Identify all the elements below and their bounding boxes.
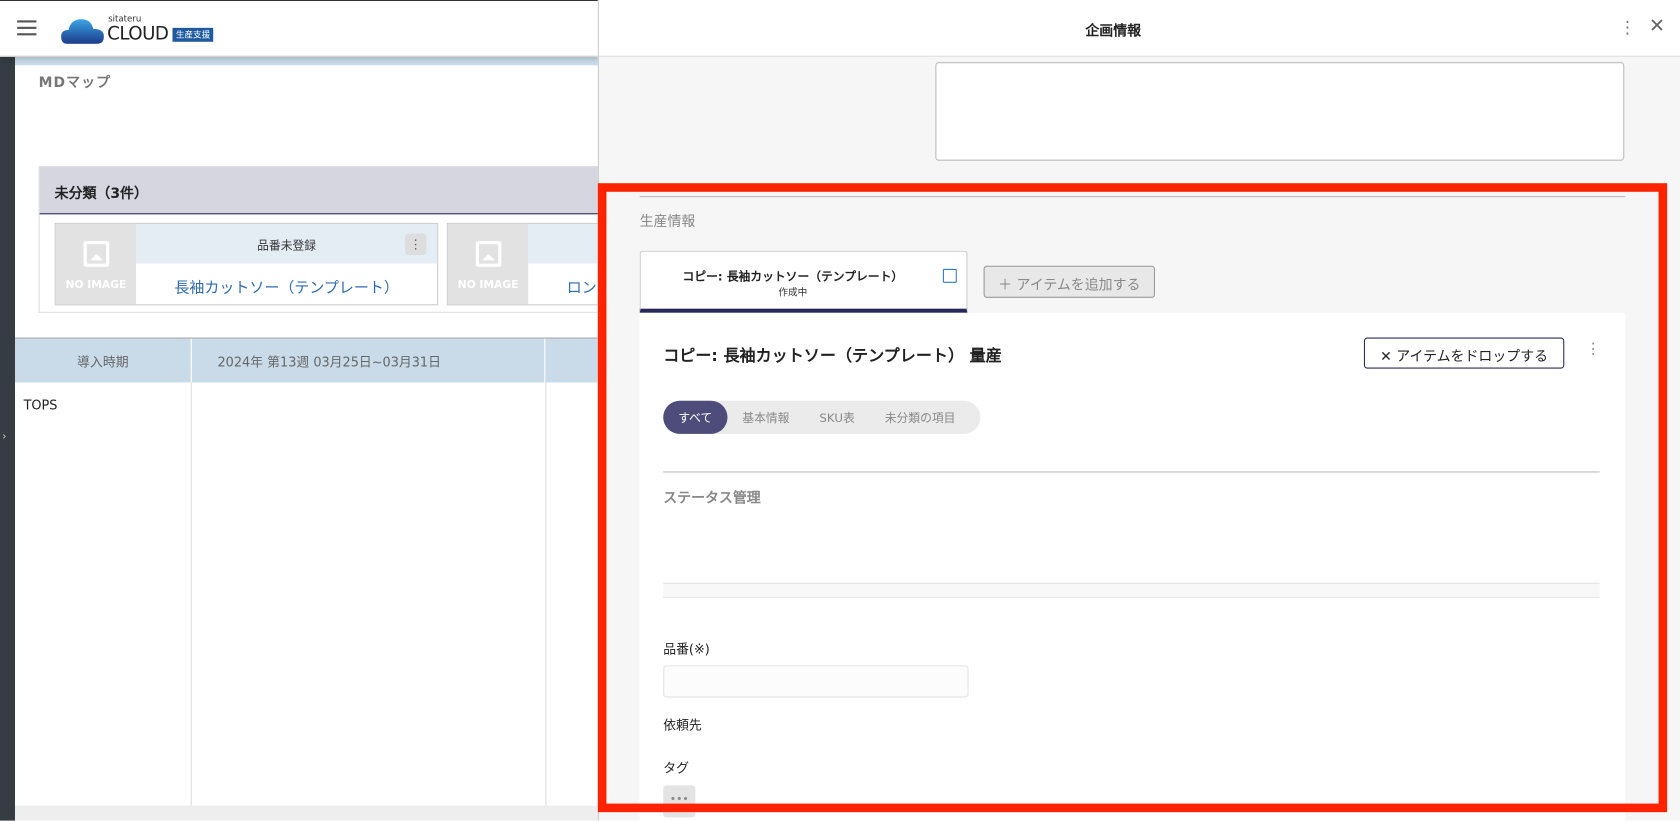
chevron-right-icon[interactable]: ›	[2, 431, 6, 443]
item-content: コピー: 長袖カットソー（テンプレート） 量産 ✕ アイテムをドロップする ⋮ …	[639, 312, 1626, 821]
more-vertical-icon[interactable]: ⋮	[1586, 341, 1601, 358]
app-header: sitateru CLOUD 生産支援	[0, 1, 598, 57]
divider	[663, 582, 1600, 598]
table-header: 導入時期 2024年 第13週 03月25日~03月31日	[15, 337, 598, 384]
drop-item-button[interactable]: ✕ アイテムをドロップする	[1363, 337, 1565, 369]
filter-uncategorized[interactable]: 未分類の項目	[870, 401, 971, 434]
external-link-icon[interactable]	[942, 268, 957, 283]
logo-text: CLOUD	[107, 23, 169, 46]
no-image-placeholder: NO IMAGE	[447, 223, 529, 305]
filter-basic-info[interactable]: 基本情報	[727, 401, 804, 434]
divider	[545, 382, 547, 806]
requester-label: 依頼先	[663, 717, 702, 733]
status-section-label: ステータス管理	[663, 490, 761, 507]
image-icon	[475, 241, 502, 267]
scroll-area	[15, 805, 598, 821]
more-vertical-icon[interactable]: ⋮	[1619, 17, 1636, 37]
item-title: コピー: 長袖カットソー（テンプレート） 量産	[663, 346, 1002, 366]
filter-tabs: すべて 基本情報 SKU表 未分類の項目	[663, 400, 981, 434]
card-header: 品番未登録	[136, 223, 438, 264]
column-header: 2024年 第13週 03月25日~03月31日	[192, 338, 546, 384]
filter-sku-table[interactable]: SKU表	[804, 401, 869, 434]
group-title: 未分類（3件）	[39, 167, 617, 215]
cloud-logo-icon	[61, 19, 104, 44]
divider	[639, 196, 1626, 198]
panel-header: 企画情報 ⋮ ✕	[598, 0, 1680, 57]
page-title: MDマップ	[38, 75, 112, 92]
tag-label: タグ	[663, 760, 689, 776]
item-card[interactable]: NO IMAGE 品番未登録 ⋮ 長袖カットソー（テンプレート）	[54, 222, 439, 306]
section-label: 生産情報	[639, 214, 696, 231]
menu-icon[interactable]	[17, 20, 37, 36]
hinban-label: 品番(※)	[663, 641, 710, 657]
logo[interactable]: sitateru CLOUD 生産支援	[61, 14, 214, 46]
item-tab-status: 作成中	[778, 288, 808, 299]
no-image-placeholder: NO IMAGE	[55, 223, 137, 305]
plan-info-panel: 企画情報 ⋮ ✕ 生産情報 コピー: 長袖カットソー（テンプレート） 作成中 ＋…	[597, 0, 1680, 821]
panel-title: 企画情報	[1085, 23, 1142, 40]
column-header: 導入時期	[15, 338, 192, 384]
add-item-button[interactable]: ＋ アイテムを追加する	[983, 265, 1156, 298]
divider	[190, 382, 192, 806]
item-tab-name: コピー: 長袖カットソー（テンプレート）	[682, 270, 904, 284]
item-tab[interactable]: コピー: 長袖カットソー（テンプレート） 作成中	[639, 250, 968, 313]
more-horizontal-icon[interactable]: •••	[663, 785, 696, 818]
more-vertical-icon[interactable]: ⋮	[405, 233, 427, 256]
subheader-bar	[15, 56, 598, 66]
filter-all[interactable]: すべて	[663, 400, 728, 434]
card-item-name[interactable]: 長袖カットソー（テンプレート）	[136, 264, 437, 298]
hinban-input[interactable]	[663, 665, 969, 698]
logo-badge: 生産支援	[172, 27, 214, 42]
divider	[663, 471, 1600, 473]
category-group: 未分類（3件） NO IMAGE 品番未登録 ⋮ 長袖カットソー（テンプレート）…	[38, 166, 662, 313]
memo-textarea[interactable]	[935, 62, 1625, 161]
row-label: TOPS	[23, 397, 58, 413]
image-icon	[83, 241, 110, 267]
close-icon[interactable]: ✕	[1649, 15, 1665, 38]
